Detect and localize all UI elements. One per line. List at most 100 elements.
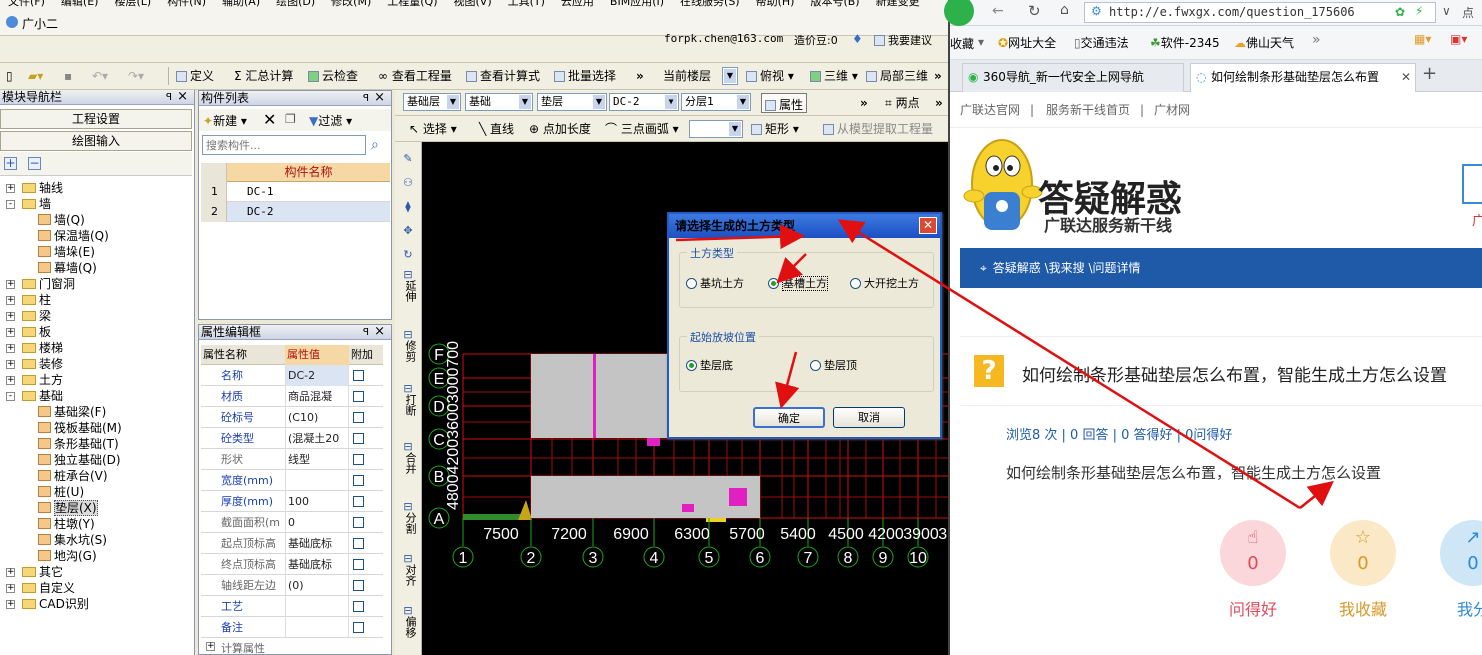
properties-button[interactable]: 属性 — [761, 93, 808, 113]
top-view-button[interactable]: 俯视 ▾ — [746, 69, 794, 83]
tree-item[interactable]: 垫层(X) — [36, 500, 98, 516]
radio-cushion-bottom[interactable]: 垫层底 — [686, 359, 733, 373]
edit-tool-label[interactable]: 延伸 — [399, 280, 417, 302]
expand-icon[interactable]: + — [6, 568, 15, 577]
three-d-button[interactable]: 三维 ▾ — [810, 69, 858, 83]
floor-type-select[interactable]: 基础层 ▼ — [403, 93, 461, 111]
more-chevron-icon[interactable]: » — [636, 69, 644, 83]
nav-material-link[interactable]: 广材网 — [1154, 92, 1190, 128]
radio-mass-excavation[interactable]: 大开挖土方 — [850, 277, 919, 291]
menu-item[interactable]: 云应用 — [561, 0, 594, 7]
property-value[interactable]: 线型 — [285, 449, 349, 470]
edit-tool-label[interactable]: 打断 — [399, 394, 417, 416]
menu-item[interactable]: 修改(M) — [331, 0, 371, 7]
extra-checkbox[interactable] — [353, 475, 364, 486]
menu-item[interactable]: 辅助(A) — [222, 0, 260, 7]
property-row[interactable]: 轴线距左边 (0) — [201, 575, 383, 596]
close-icon[interactable]: × — [374, 324, 385, 339]
property-row[interactable]: 名称 DC-2 — [201, 365, 383, 386]
extra-checkbox[interactable] — [353, 412, 364, 423]
extra-checkbox[interactable] — [353, 517, 364, 528]
tree-item[interactable]: + 土方 — [6, 372, 63, 388]
tree-item[interactable]: 柱墩(Y) — [36, 516, 95, 532]
menu-item[interactable]: 视图(V) — [454, 0, 492, 7]
expand-icon[interactable]: + — [6, 296, 15, 305]
close-icon[interactable]: ✕ — [1401, 64, 1411, 91]
tree-item[interactable]: + 板 — [6, 324, 51, 340]
tree-item[interactable]: 桩承台(V) — [36, 468, 108, 484]
scissors-icon[interactable]: ⚇ — [399, 176, 417, 189]
property-row[interactable]: 形状 线型 — [201, 449, 383, 470]
undo-icon[interactable]: ↶▾ — [92, 69, 108, 83]
tree-item[interactable]: + 柱 — [6, 292, 51, 308]
new-component-button[interactable]: ✦新建 ▾ — [203, 112, 247, 129]
menu-item[interactable]: BIM应用(I) — [610, 0, 664, 7]
tree-item[interactable]: 保温墙(Q) — [36, 228, 109, 244]
tree-item[interactable]: 独立基础(D) — [36, 452, 121, 468]
property-value[interactable]: (混凝土20 — [285, 428, 349, 449]
expand-icon[interactable]: + — [6, 280, 15, 289]
property-value[interactable]: 商品混凝 — [285, 386, 349, 407]
more-chevron-icon[interactable]: » — [934, 69, 942, 83]
extra-checkbox[interactable] — [353, 454, 364, 465]
tree-item[interactable]: 基础梁(F) — [36, 404, 106, 420]
search-icon[interactable]: ⌕ — [371, 137, 379, 153]
menu-item[interactable]: 工程量(Q) — [387, 0, 437, 7]
instance-select[interactable]: DC-2 ▼ — [609, 93, 679, 111]
apps-icon[interactable]: ▦▾ — [1414, 32, 1431, 46]
back-icon[interactable]: ← — [992, 3, 1004, 19]
view-formula-button[interactable]: 查看计算式 — [466, 69, 540, 83]
component-search-input[interactable] — [202, 135, 366, 155]
property-row[interactable]: 终点顶标高 基础底标 — [201, 554, 383, 575]
radio-cushion-top[interactable]: 垫层顶 — [810, 359, 857, 373]
extra-checkbox[interactable] — [353, 580, 364, 591]
property-row[interactable]: 计算属性 + — [201, 638, 383, 655]
chevron-down-icon[interactable]: ∨ — [1442, 4, 1451, 18]
collapse-icon[interactable]: - — [6, 200, 15, 209]
pin-icon[interactable]: ꟼ — [363, 91, 369, 106]
expand-icon[interactable]: + — [6, 184, 15, 193]
property-value[interactable]: (C10) — [285, 407, 349, 428]
new-tab-icon[interactable]: + — [1422, 63, 1437, 84]
tree-item[interactable]: 墙垛(E) — [36, 244, 95, 260]
property-row[interactable]: 起点顶标高 基础底标 — [201, 533, 383, 554]
menu-item[interactable]: 新建变更 — [876, 0, 920, 7]
tree-item[interactable]: + 其它 — [6, 564, 63, 580]
close-icon[interactable]: ✕ — [919, 217, 937, 234]
property-row[interactable]: 宽度(mm) — [201, 470, 383, 491]
extra-checkbox[interactable] — [353, 538, 364, 549]
tree-item[interactable]: 集水坑(S) — [36, 532, 107, 548]
property-row[interactable]: 砼类型 (混凝土20 — [201, 428, 383, 449]
extra-checkbox[interactable] — [353, 370, 364, 381]
extra-checkbox[interactable] — [353, 391, 364, 402]
property-row[interactable]: 厚度(mm) 100 — [201, 491, 383, 512]
expand-icon[interactable]: + — [6, 584, 15, 593]
breadcrumb[interactable]: 答疑解惑 \我来搜 \问题详情 — [993, 261, 1141, 275]
select-button[interactable]: ↖ 选择 ▾ — [409, 122, 457, 136]
radio-foundation-pit[interactable]: 基坑土方 — [686, 277, 744, 291]
expand-icon[interactable]: + — [6, 600, 15, 609]
cloud-check-button[interactable]: 云检查 — [308, 69, 358, 83]
view-qty-button[interactable]: ∞ 查看工程量 — [378, 69, 452, 83]
home-icon[interactable]: ⌂ — [1060, 2, 1069, 18]
extract-qty-button[interactable]: 从模型提取工程量 — [823, 122, 933, 136]
refresh-icon[interactable]: ↻ — [1028, 2, 1041, 20]
property-value[interactable]: (0) — [285, 575, 349, 596]
more-chevron-icon[interactable]: » — [1312, 32, 1321, 48]
arc-button[interactable]: ⌒ 三点画弧 ▾ — [605, 122, 679, 136]
tree-item[interactable]: 条形基础(T) — [36, 436, 119, 452]
radio-trench[interactable]: 基槽土方 — [768, 276, 828, 291]
property-value[interactable] — [285, 617, 349, 638]
property-value[interactable]: 0 — [285, 512, 349, 533]
nav-home-link[interactable]: 服务新干线首页 — [1046, 92, 1130, 128]
tree-item[interactable]: + 装修 — [6, 356, 63, 372]
ok-button[interactable]: 确定 — [753, 407, 825, 428]
tree-item[interactable]: - 基础 — [6, 388, 63, 404]
site-search-input[interactable] — [1462, 164, 1482, 204]
menu-item[interactable]: 构件(N) — [167, 0, 206, 7]
extra-checkbox[interactable] — [353, 559, 364, 570]
menu-item[interactable]: 版本号(B) — [810, 0, 859, 7]
expand-icon[interactable]: + — [6, 344, 15, 353]
component-type-select[interactable]: 垫层 ▼ — [537, 93, 607, 111]
property-row[interactable]: 砼标号 (C10) — [201, 407, 383, 428]
